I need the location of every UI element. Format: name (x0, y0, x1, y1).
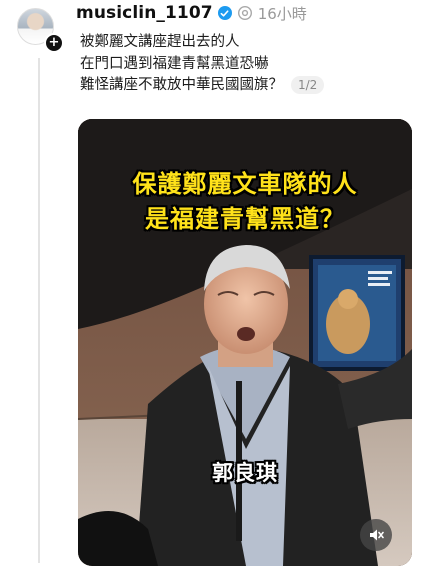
post-text: 被鄭麗文講座趕出去的人 在門口遇到福建青幫黑道恐嚇 難怪講座不敢放中華民國國旗？… (80, 32, 400, 97)
post-text-line: 在門口遇到福建青幫黑道恐嚇 (80, 55, 269, 72)
post-text-line: 被鄭麗文講座趕出去的人 (80, 34, 240, 50)
post-text-line-content: 難怪講座不敢放中華民國國旗？ (80, 77, 283, 93)
speaker-muted-icon (367, 526, 385, 544)
verified-badge-icon (217, 6, 232, 20)
caption-line-1: 保護鄭麗文車隊的人 (132, 170, 358, 198)
post-timestamp: 16小時 (257, 4, 307, 23)
post-text-line: 難怪講座不敢放中華民國國旗？ 1/2 (80, 75, 400, 97)
plus-icon[interactable]: + (44, 33, 64, 53)
mute-button[interactable] (360, 519, 392, 551)
at-sign-icon[interactable] (237, 5, 253, 21)
username[interactable]: musiclin_1107 (76, 3, 213, 23)
caption-line-2: 是福建青幫黑道？ (145, 205, 345, 233)
name-caption: 郭良琪 (212, 461, 278, 485)
video-media[interactable]: 保護鄭麗文車隊的人 是福建青幫黑道？ 郭良琪 (78, 119, 412, 566)
post-header: musiclin_1107 16小時 (76, 2, 307, 24)
thread-line (38, 58, 40, 563)
media-counter: 1/2 (291, 76, 325, 94)
